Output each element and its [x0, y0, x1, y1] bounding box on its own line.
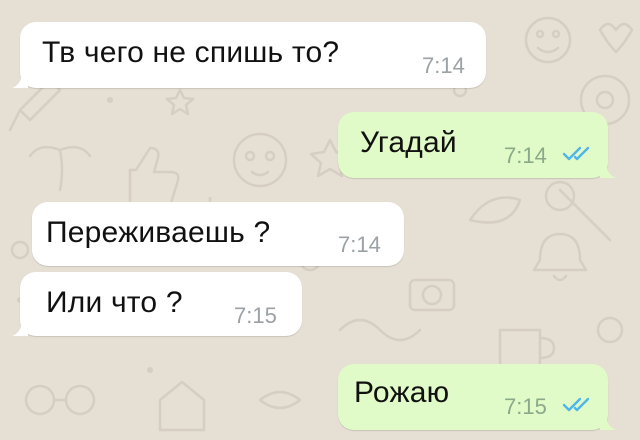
bubble-tail [600, 414, 616, 430]
message-text: Тв чего не спишь то? [42, 36, 340, 69]
message-bubble-incoming[interactable]: Или что ? 7:15 [12, 272, 302, 336]
message-time: 7:15 [504, 394, 547, 419]
message-bubble-incoming[interactable]: Переживаешь ? 7:14 [32, 202, 404, 266]
message-bubble-outgoing[interactable]: Угадай 7:14 [338, 112, 616, 178]
message-time: 7:14 [422, 53, 465, 78]
message-text: Или что ? [46, 286, 183, 319]
message-bubble-outgoing[interactable]: Рожаю 7:15 [338, 364, 616, 430]
message-bubble-incoming[interactable]: Тв чего не спишь то? 7:14 [12, 22, 486, 88]
bubble-tail [600, 162, 616, 178]
message-time: 7:15 [234, 303, 277, 328]
message-text: Рожаю [354, 376, 450, 409]
message-time: 7:14 [338, 232, 381, 257]
message-time: 7:14 [504, 143, 547, 168]
double-check-read-icon [562, 397, 590, 412]
bubble-tail [12, 320, 28, 336]
double-check-read-icon [562, 146, 590, 161]
chat-area[interactable]: Тв чего не спишь то? 7:14 Угадай 7:14 Пе… [0, 0, 640, 440]
bubble-tail [12, 72, 28, 88]
message-text: Переживаешь ? [46, 216, 271, 249]
message-text: Угадай [360, 126, 457, 159]
